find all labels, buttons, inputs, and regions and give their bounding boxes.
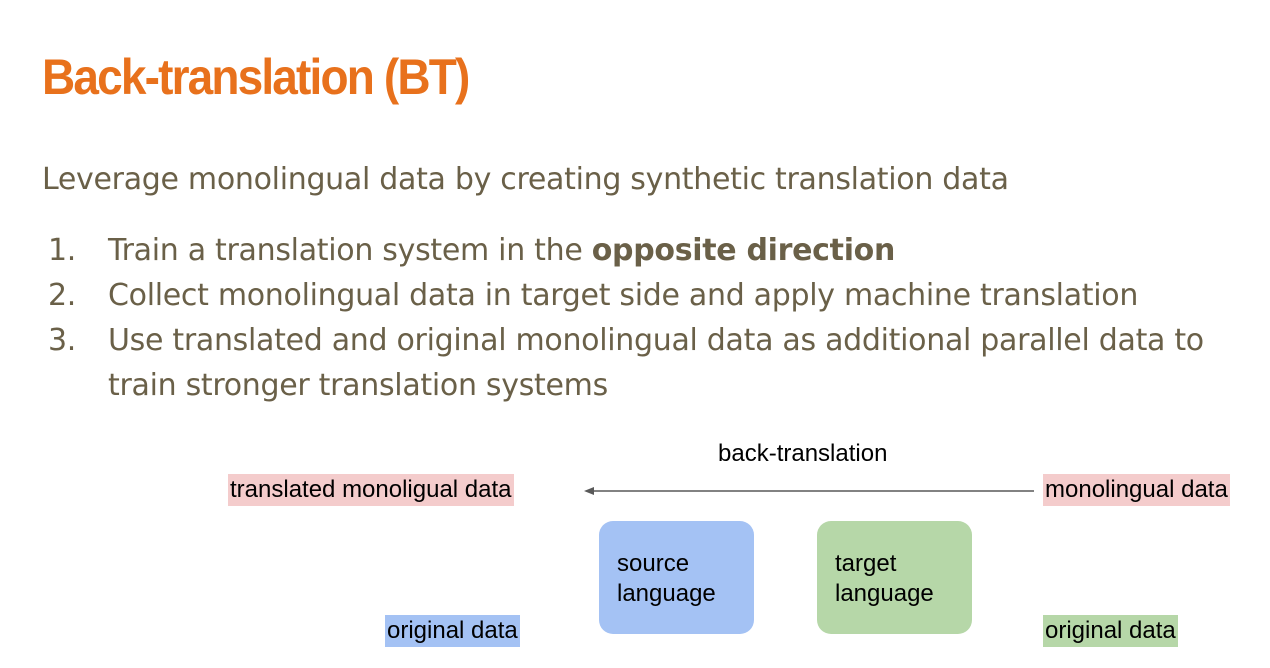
original-source-data-label: original data bbox=[385, 615, 520, 647]
source-box-line1: source bbox=[617, 550, 690, 577]
steps-list: 1. Train a translation system in the opp… bbox=[48, 228, 1268, 408]
back-translation-label: back-translation bbox=[718, 440, 888, 467]
back-translation-arrow bbox=[584, 487, 1034, 495]
step-item: 1. Train a translation system in the opp… bbox=[48, 228, 1268, 273]
monolingual-data-label: monolingual data bbox=[1043, 474, 1230, 506]
translated-monolingual-data-label: translated monoligual data bbox=[228, 474, 514, 506]
slide: Back-translation (BT) Leverage monolingu… bbox=[0, 0, 1270, 668]
source-box-line2: language bbox=[617, 580, 716, 607]
target-language-box: target language bbox=[817, 521, 972, 634]
slide-subtitle: Leverage monolingual data by creating sy… bbox=[42, 162, 1009, 197]
original-target-data-label: original data bbox=[1043, 615, 1178, 647]
step-emphasis: opposite direction bbox=[591, 233, 896, 268]
slide-title: Back-translation (BT) bbox=[42, 49, 470, 105]
target-box-line1: target bbox=[835, 550, 897, 577]
step-number: 3. bbox=[48, 323, 77, 358]
target-box-line2: language bbox=[835, 580, 934, 607]
step-text: Train a translation system in the bbox=[108, 233, 592, 268]
step-number: 2. bbox=[48, 278, 77, 313]
step-number: 1. bbox=[48, 233, 77, 268]
step-text: Collect monolingual data in target side … bbox=[108, 278, 1139, 313]
source-language-box: source language bbox=[599, 521, 754, 634]
step-item: 2. Collect monolingual data in target si… bbox=[48, 273, 1268, 318]
step-text: Use translated and original monolingual … bbox=[108, 323, 1204, 403]
step-item: 3. Use translated and original monolingu… bbox=[48, 318, 1268, 408]
